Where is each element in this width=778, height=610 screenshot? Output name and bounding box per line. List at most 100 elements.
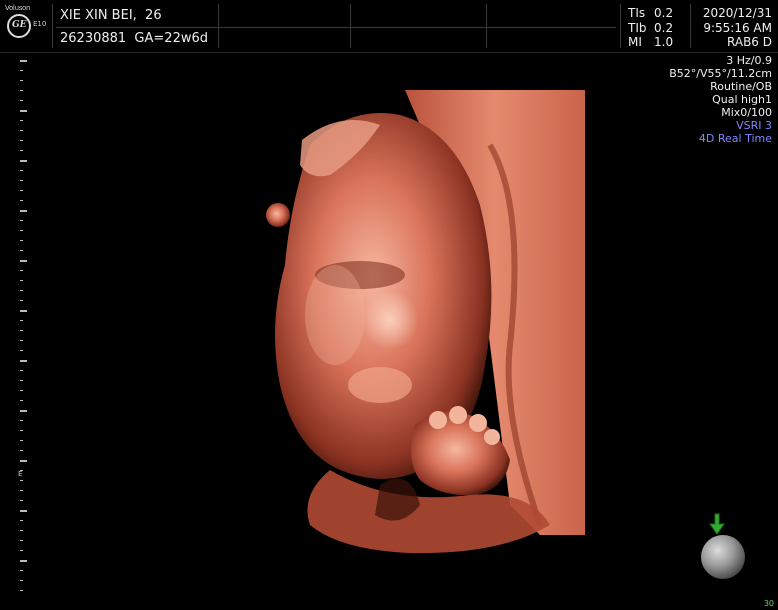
ti-value: 0.2 [654,20,674,35]
header-bar: Voluson E10 XIE XIN BEI, 26 26230881 GA=… [0,0,778,53]
depth-scale-tick [20,390,23,391]
finger [484,429,500,445]
depth-scale-tick [20,370,23,371]
header-divider [350,4,351,48]
depth-scale-tick [20,540,23,541]
finger [469,414,487,432]
depth-scale-tick [20,430,23,431]
depth-scale-tick [20,490,23,491]
cheek [305,265,365,365]
header-divider [486,4,487,48]
ti-row-tib: TIb 0.2 [628,21,673,36]
depth-scale-tick [20,400,23,401]
depth-scale-tick [20,220,23,221]
depth-scale-tick [20,180,23,181]
depth-scale-tick [20,500,23,501]
orientation-sphere-icon[interactable] [701,535,745,579]
depth-scale-tick [20,590,23,591]
depth-scale-tick [20,520,23,521]
ti-label: TIs [628,6,646,20]
depth-scale-tick [20,310,27,312]
ti-row-mi: MI 1.0 [628,35,673,50]
depth-scale-tick [20,560,27,562]
vsri-label: VSRI 3 [736,119,772,132]
depth-scale-tick [20,460,27,462]
depth-scale-tick [20,580,23,581]
info-line: 3 Hz/0.9 [726,54,772,67]
depth-scale-tick [20,140,23,141]
brand-text: Voluson [5,4,31,12]
depth-scale-tick [20,110,27,112]
ge-logo: Voluson E10 [3,4,47,48]
depth-scale-tick [20,550,23,551]
depth-scale-tick [20,570,23,571]
depth-scale-tick [20,170,23,171]
ti-value: 0.2 [654,6,674,20]
datetime-block: 2020/12/31 9:55:16 AM RAB6 D [703,6,772,50]
finger [429,411,447,429]
depth-scale-tick [20,200,23,201]
depth-scale-tick [20,360,27,362]
ti-row-tis: TIs 0.2 [628,6,673,21]
depth-scale-tick [20,330,23,331]
depth-scale-tick [20,260,27,262]
depth-scale-tick [20,410,27,412]
depth-scale-tick [20,300,23,301]
depth-scale-tick [20,210,27,212]
patient-id-ga: 26230881 GA=22w6d [60,31,208,46]
depth-scale-tick [20,240,23,241]
depth-scale-tick [20,100,23,101]
mode-label: 4D Real Time [698,132,772,145]
depth-scale-tick [20,480,23,481]
fetal-hand [411,411,510,496]
info-line: Routine/OB [710,80,772,93]
depth-scale-tick [20,80,23,81]
depth-scale-tick [20,150,23,151]
info-line: Mix0/100 [721,106,772,119]
depth-scale-tick [20,90,23,91]
corner-number: 30 [763,599,774,608]
exam-time: 9:55:16 AM [703,20,772,35]
header-divider [52,4,53,48]
info-line: B52°/V55°/11.2cm [669,67,772,80]
depth-scale-tick [20,350,23,351]
depth-scale-tick [20,270,23,271]
depth-scale-tick [20,130,23,131]
nose-highlight [362,290,418,350]
depth-scale-tick [20,320,23,321]
depth-scale-tick [20,120,23,121]
thermal-index-block: TIs 0.2 TIb 0.2 MI 1.0 [628,6,673,50]
depth-scale-tick [20,190,23,191]
ti-label: MI [628,35,642,49]
ti-value: 1.0 [654,35,674,49]
floating-particle [266,203,290,227]
depth-scale-tick [20,530,23,531]
depth-scale-tick [20,230,23,231]
fetal-volume-render[interactable] [240,85,590,565]
depth-scale-tick [20,440,23,441]
patient-name: XIE XIN BEI, 26 [60,8,162,23]
depth-scale-tick [20,510,27,512]
header-row-divider [56,27,616,28]
header-divider [690,4,691,48]
depth-scale-tick [20,420,23,421]
depth-scale-tick [20,250,23,251]
ti-label: TIb [628,20,647,35]
depth-scale-tick [20,60,27,62]
depth-scale-tick [20,450,23,451]
depth-scale-tick [20,290,23,291]
header-divider [620,4,621,48]
model-text: E10 [33,20,47,28]
depth-scale-mark: E [18,470,23,478]
depth-scale-tick [20,280,23,281]
exam-date: 2020/12/31 [702,6,772,20]
depth-scale-tick [20,340,23,341]
acquisition-info-panel: 3 Hz/0.9 B52°/V55°/11.2cm Routine/OB Qua… [669,54,772,145]
probe-name: RAB6 D [727,35,772,49]
header-divider [218,4,219,48]
mouth-chin [348,367,412,403]
ge-logo-icon [7,14,31,38]
info-line: Qual high1 [712,93,772,106]
depth-scale [20,60,28,600]
depth-scale-tick [20,160,27,162]
